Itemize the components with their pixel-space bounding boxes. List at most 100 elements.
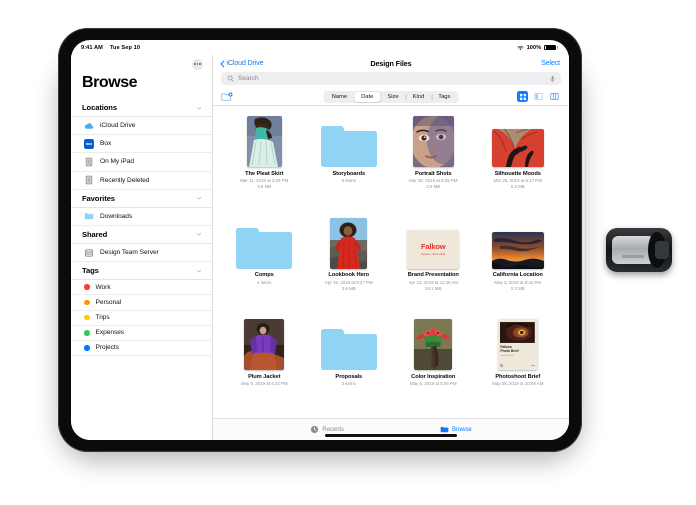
chevron-down-icon bbox=[196, 197, 202, 200]
sidebar-item-label: Projects bbox=[95, 344, 119, 352]
thumbnail-wrap: Falkow Season / Show 2019 bbox=[407, 216, 460, 269]
page-title: Browse bbox=[82, 74, 138, 91]
tag-dot-icon bbox=[84, 314, 90, 321]
list-view-icon[interactable] bbox=[533, 91, 544, 102]
file-item[interactable]: The Pleat Skirt Mar 11, 2019 at 3:28 PM … bbox=[222, 111, 307, 213]
sidebar-item-on-my-ipad[interactable]: On My iPad bbox=[71, 153, 212, 172]
grid-view-icon[interactable] bbox=[517, 91, 528, 102]
file-name: Lookbook Hero bbox=[328, 272, 370, 279]
file-item[interactable]: Storyboards 5 items bbox=[307, 111, 392, 213]
chevron-left-icon bbox=[220, 60, 225, 67]
sidebar-item-downloads[interactable]: Downloads bbox=[71, 208, 212, 226]
file-size: 5 items bbox=[341, 177, 356, 183]
file-item[interactable]: Plum Jacket May 6, 2019 at 4:22 PM bbox=[222, 314, 307, 416]
file-item[interactable]: Silhouette Moods Mar 28, 2019 at 6:17 PM… bbox=[476, 111, 561, 213]
file-name: Plum Jacket bbox=[248, 373, 281, 380]
sidebar-item-label: Expenses bbox=[95, 329, 125, 337]
sidebar-item-icloud-drive[interactable]: iCloud Drive bbox=[71, 117, 212, 136]
ios-body: Browse Locations iCloud Drive box Box On… bbox=[71, 55, 569, 440]
file-item[interactable]: Lookbook Hero Apr 19, 2019 at 9:37 PM 3.… bbox=[307, 213, 392, 315]
file-date: Apr 19, 2019 at 9:37 PM bbox=[324, 279, 373, 285]
file-size: 54.1 MB bbox=[425, 285, 442, 291]
sidebar-item-tag-projects[interactable]: Projects bbox=[71, 341, 212, 357]
file-item[interactable]: Portrait Shots Mar 28, 2019 at 5:25 PM 3… bbox=[391, 111, 476, 213]
tag-dot-icon bbox=[84, 299, 90, 306]
sidebar-item-label: Work bbox=[95, 283, 111, 291]
file-size: 3.5 MB bbox=[426, 184, 441, 190]
new-folder-icon[interactable] bbox=[221, 92, 233, 102]
file-date: May 6, 2019 at 4:22 PM bbox=[240, 381, 288, 387]
sidebar-section-shared[interactable]: Shared bbox=[71, 226, 212, 244]
sidebar-item-tag-personal[interactable]: Personal bbox=[71, 295, 212, 311]
file-item[interactable]: Falkow Photo Brief Lookbook SS19 Photosh… bbox=[476, 314, 561, 416]
file-name: The Pleat Skirt bbox=[245, 170, 284, 177]
sidebar-item-label: Box bbox=[100, 140, 112, 148]
sort-option-size[interactable]: Size bbox=[380, 92, 405, 102]
main-content: iCloud Drive Design Files Select Search bbox=[213, 55, 569, 440]
file-name: Color Inspiration bbox=[411, 373, 456, 380]
more-ellipsis-icon[interactable] bbox=[192, 58, 203, 70]
sidebar-item-box[interactable]: box Box bbox=[71, 135, 212, 154]
file-item[interactable]: Comps 4 items bbox=[222, 213, 307, 315]
doc-photo-brief-thumbnail: Falkow Photo Brief Lookbook SS19 bbox=[497, 319, 538, 371]
thumbnail-wrap bbox=[491, 114, 544, 167]
tab-recents[interactable]: Recents bbox=[310, 425, 344, 434]
file-date: Mar 28, 2019 at 5:25 PM bbox=[409, 177, 458, 183]
photo-portrait-thumbnail bbox=[412, 116, 454, 167]
folder-icon bbox=[236, 227, 293, 269]
sidebar-item-tag-expenses[interactable]: Expenses bbox=[71, 326, 212, 341]
select-button[interactable]: Select bbox=[541, 60, 560, 67]
sort-option-date[interactable]: Date bbox=[354, 91, 381, 102]
section-title: Locations bbox=[82, 103, 117, 112]
nav-title: Design Files bbox=[370, 59, 412, 68]
sidebar-item-tag-work[interactable]: Work bbox=[71, 280, 212, 296]
column-view-icon[interactable] bbox=[549, 91, 560, 102]
search-placeholder: Search bbox=[238, 75, 259, 82]
status-date: Tue Sep 10 bbox=[109, 44, 141, 51]
file-item[interactable]: Falkow Season / Show 2019 Brand Presenta… bbox=[391, 213, 476, 315]
sidebar-section-favorites[interactable]: Favorites bbox=[71, 190, 212, 208]
sidebar-section-tags[interactable]: Tags bbox=[71, 262, 212, 281]
file-name: Storyboards bbox=[332, 170, 366, 177]
file-date: Mar 28, 2019 at 6:17 PM bbox=[493, 177, 542, 183]
sidebar-item-recently-deleted[interactable]: Recently Deleted bbox=[71, 172, 212, 190]
sidebar-item-label: On My iPad bbox=[100, 158, 134, 166]
wifi-icon bbox=[517, 45, 524, 50]
sort-option-name[interactable]: Name bbox=[325, 92, 355, 102]
sidebar-section-locations[interactable]: Locations bbox=[71, 99, 212, 117]
file-size: 5.3 MB bbox=[510, 184, 525, 190]
search-input[interactable]: Search bbox=[221, 72, 561, 85]
sidebar-top-row bbox=[71, 55, 212, 73]
trash-ipad-icon bbox=[85, 175, 93, 185]
tag-dot-icon bbox=[84, 345, 90, 351]
section-title: Shared bbox=[82, 229, 108, 239]
file-size: 3.6 MB bbox=[257, 184, 272, 190]
folder-icon bbox=[320, 329, 377, 371]
sidebar-item-label: Downloads bbox=[100, 212, 133, 220]
file-item[interactable]: California Location May 3, 2019 at 8:42 … bbox=[476, 213, 561, 315]
sidebar-item-tag-trips[interactable]: Trips bbox=[71, 311, 212, 326]
home-indicator[interactable] bbox=[325, 434, 457, 437]
tab-label: Browse bbox=[451, 426, 472, 433]
microphone-icon[interactable] bbox=[550, 75, 555, 83]
battery-percent: 100% bbox=[526, 44, 542, 51]
file-item[interactable]: Proposals 3 items bbox=[307, 314, 392, 416]
sidebar-item-design-team-server[interactable]: Design Team Server bbox=[71, 244, 212, 263]
ipad-icon bbox=[85, 157, 93, 167]
tab-browse[interactable]: Browse bbox=[440, 425, 472, 434]
thumbnail-wrap bbox=[491, 216, 544, 269]
file-date: Apr 23, 2019 at 11:30 AM bbox=[408, 279, 458, 285]
tab-bar: Recents Browse bbox=[213, 418, 569, 440]
sidebar: Browse Locations iCloud Drive box Box On… bbox=[71, 55, 213, 440]
sidebar-item-label: Trips bbox=[95, 314, 110, 322]
sort-segmented-control[interactable]: Name Date Size Kind Tags bbox=[323, 90, 459, 103]
folder-icon bbox=[84, 213, 94, 220]
sort-option-tags[interactable]: Tags bbox=[431, 92, 457, 102]
sort-option-kind[interactable]: Kind bbox=[405, 92, 432, 102]
file-name: Photoshoot Brief bbox=[495, 373, 541, 380]
file-size: 4 items bbox=[257, 279, 272, 285]
back-button[interactable]: iCloud Drive bbox=[220, 60, 264, 68]
doc-brief-rule bbox=[531, 365, 536, 366]
file-item[interactable]: Color Inspiration May 6, 2019 at 5:34 PM bbox=[391, 314, 476, 416]
battery-icon bbox=[544, 44, 558, 51]
